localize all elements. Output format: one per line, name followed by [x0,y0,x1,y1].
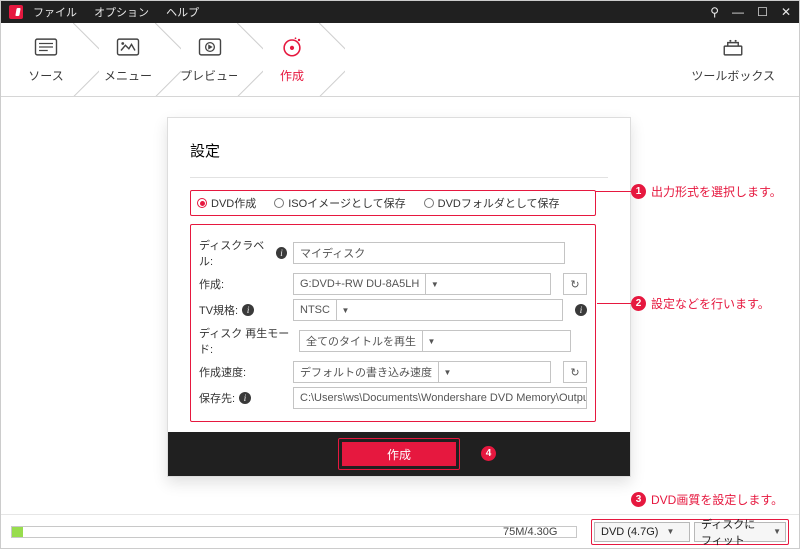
settings-panel: 設定 DVD作成 ISOイメージとして保存 DVDフォルダとして保存 ディスクラ… [167,117,631,477]
panel-title: 設定 [190,140,608,161]
status-bar: 75M/4.30G DVD (4.7G)▼ ディスクにフィット▼ [1,514,799,548]
callout-3: 3DVD画質を設定します。 [631,491,783,508]
badge-icon: 1 [631,184,646,199]
chevron-down-icon: ▼ [438,361,456,383]
input-save-to[interactable]: C:\Users\ws\Documents\Wondershare DVD Me… [293,387,587,409]
tab-toolbox[interactable]: ツールボックス [691,23,775,96]
window-controls: ⚲ — ☐ ✕ [700,5,791,19]
maximize-icon[interactable]: ☐ [757,5,768,19]
menu-file[interactable]: ファイル [33,7,77,19]
select-play-mode[interactable]: 全てのタイトルを再生▼ [299,330,571,352]
info-icon[interactable]: i [575,304,587,316]
menu-option[interactable]: オプション [94,7,149,19]
tab-create[interactable]: 作成 [251,23,333,96]
tab-menu[interactable]: メニュー [87,23,169,96]
callout-connector [597,303,631,304]
settings-form: ディスクラベル: i マイディスク 作成: G:DVD+-RW DU-8A5LH▼… [190,224,596,422]
label-tv-standard: TV規格: [199,302,238,318]
tab-source-label: ソース [28,67,63,84]
label-burn-speed: 作成速度: [199,364,246,380]
chevron-down-icon: ▼ [666,527,674,536]
tab-preview[interactable]: プレビュー [169,23,251,96]
info-icon[interactable]: i [242,304,254,316]
select-tv-standard[interactable]: NTSC▼ [293,299,563,321]
radio-dvd-create[interactable]: DVD作成 [197,195,256,211]
action-bar: 作成 [168,432,630,476]
radio-dot-icon [197,198,207,208]
info-icon[interactable]: i [276,247,287,259]
source-icon [32,35,60,59]
preview-icon [196,35,224,59]
chevron-down-icon: ▼ [422,330,440,352]
tab-menu-label: メニュー [104,67,152,84]
badge-icon: 3 [631,492,646,507]
badge-icon: 4 [481,446,496,461]
chevron-down-icon: ▼ [425,273,443,295]
select-burn-to[interactable]: G:DVD+-RW DU-8A5LH▼ [293,273,551,295]
callout-1: 1出力形式を選択します。 [631,183,782,200]
pin-icon[interactable]: ⚲ [710,5,719,19]
label-play-mode: ディスク 再生モード: [199,325,293,357]
divider [190,177,608,178]
capacity-progress [11,526,577,538]
menu-bar: ファイル オプション ヘルプ [33,4,213,20]
label-burn-to: 作成: [199,276,224,292]
input-disc-label[interactable]: マイディスク [293,242,565,264]
radio-dot-icon [424,198,434,208]
progress-fill [12,527,23,537]
select-fit-mode[interactable]: ディスクにフィット▼ [694,522,786,542]
label-disc-label: ディスクラベル: [199,237,272,269]
callout-2: 2設定などを行います。 [631,295,770,312]
tab-source[interactable]: ソース [5,23,87,96]
tab-strip: ソース メニュー プレビュー 作成 ツールボックス [1,23,799,97]
output-format-group: DVD作成 ISOイメージとして保存 DVDフォルダとして保存 [190,190,596,216]
menu-help[interactable]: ヘルプ [166,7,199,19]
minimize-icon[interactable]: — [732,5,744,19]
close-icon[interactable]: ✕ [781,5,791,19]
select-burn-speed[interactable]: デフォルトの書き込み速度▼ [293,361,551,383]
radio-iso-save[interactable]: ISOイメージとして保存 [274,195,405,211]
select-disc-type[interactable]: DVD (4.7G)▼ [594,522,690,542]
chevron-down-icon: ▼ [773,527,781,536]
refresh-speed-button[interactable]: ↻ [563,361,587,383]
toolbox-icon [719,35,747,59]
badge-icon: 2 [631,296,646,311]
tab-toolbox-label: ツールボックス [691,67,775,84]
refresh-burner-button[interactable]: ↻ [563,273,587,295]
capacity-text: 75M/4.30G [503,526,557,538]
tab-create-label: 作成 [280,67,304,84]
menu-icon [114,35,142,59]
radio-dvd-folder[interactable]: DVDフォルダとして保存 [424,195,560,211]
create-icon [278,35,306,59]
callout-connector [595,191,631,192]
label-save-to: 保存先: [199,390,235,406]
create-button-frame: 作成 [338,438,460,470]
create-button[interactable]: 作成 [342,442,456,466]
app-icon [9,5,23,19]
titlebar: ファイル オプション ヘルプ ⚲ — ☐ ✕ [1,1,799,23]
chevron-down-icon: ▼ [336,299,354,321]
quality-selectors-frame: DVD (4.7G)▼ ディスクにフィット▼ [591,519,789,545]
info-icon[interactable]: i [239,392,251,404]
radio-dot-icon [274,198,284,208]
callout-4: 4 [481,446,496,461]
tab-preview-label: プレビュー [180,67,240,84]
